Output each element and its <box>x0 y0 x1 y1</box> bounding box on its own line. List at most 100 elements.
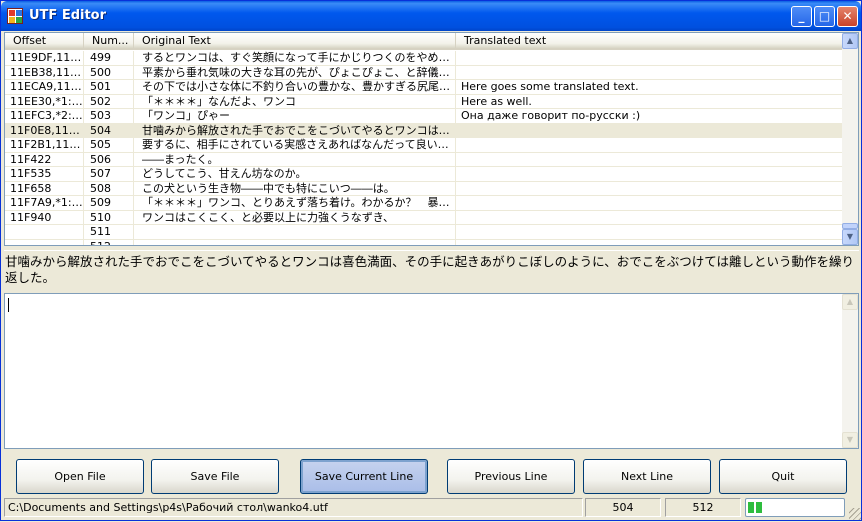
lines-grid[interactable]: Offset Num... Original Text Translated t… <box>4 32 859 246</box>
cell-offset[interactable]: 11F422 <box>5 152 84 167</box>
cell-offset[interactable]: 11E9DF,11E... <box>5 51 84 65</box>
scroll-down-icon[interactable]: ▼ <box>842 229 858 245</box>
table-row[interactable]: 11EE30,*1:1... 502 「＊＊＊＊」なんだよ、ワンコ Here as w… <box>5 94 844 109</box>
header-number[interactable]: Num... <box>84 33 134 50</box>
current-line-number: 504 <box>585 498 661 517</box>
previous-line-button[interactable]: Previous Line <box>447 459 575 494</box>
cell-number[interactable]: 500 <box>84 65 134 80</box>
table-row[interactable]: 11F0E8,11F... 504 甘噛みから解放された手でおでこをこづいてやるとワ… <box>5 123 844 138</box>
save-current-line-button[interactable]: Save Current Line <box>300 459 428 494</box>
file-path: C:\Documents and Settings\p4s\Рабочий ст… <box>4 498 583 517</box>
table-row[interactable]: 11ECA9,11E... 501 その下では小さな体に不釣り合いの豊かな、豊かすぎ… <box>5 80 844 95</box>
cell-original-text[interactable]: 「ワンコ」ぴゃー <box>134 109 456 123</box>
minimize-button[interactable]: _ <box>791 6 812 27</box>
cell-original-text[interactable] <box>134 225 456 239</box>
cell-number[interactable]: 509 <box>84 196 134 210</box>
scroll-up-icon[interactable]: ▲ <box>842 33 858 49</box>
cell-original-text[interactable]: ワンコはこくこく、と必要以上に力強くうなずき、 <box>134 210 456 225</box>
cell-original-text[interactable] <box>134 239 456 245</box>
cell-original-text[interactable]: 平素から垂れ気味の大きな耳の先が、ぴょこぴょこ、と辞儀を... <box>134 65 456 80</box>
table-row[interactable]: 11F658 508 この犬という生き物――中でも特にこいつ――は。 <box>5 181 844 196</box>
cell-offset[interactable]: 11F940 <box>5 210 84 225</box>
cell-original-text[interactable]: 「＊＊＊＊」ワンコ、とりあえず落ち着け。わかるか？ 暴れるな <box>134 196 456 210</box>
save-file-button[interactable]: Save File <box>151 459 279 494</box>
cell-offset[interactable]: 11ECA9,11E... <box>5 80 84 94</box>
cell-translated-text[interactable] <box>456 167 844 181</box>
cell-offset[interactable] <box>5 239 84 245</box>
cell-original-text[interactable]: この犬という生き物――中でも特にこいつ――は。 <box>134 181 456 196</box>
open-file-button[interactable]: Open File <box>16 459 144 494</box>
grid-scrollbar[interactable]: ▲ ▼ <box>842 33 858 245</box>
cell-translated-text[interactable] <box>456 181 844 196</box>
cell-translated-text[interactable] <box>456 239 844 245</box>
cell-translated-text[interactable] <box>456 210 844 225</box>
cell-offset[interactable]: 11F658 <box>5 181 84 196</box>
grid-rows: 11E9DF,11E... 499 するとワンコは、すぐ笑顔になって手にかじりつくの… <box>5 51 844 245</box>
table-row[interactable]: 11F7A9,*1:1... 509 「＊＊＊＊」ワンコ、とりあえず落ち着け。わかる… <box>5 196 844 211</box>
table-row[interactable]: 11F940 510 ワンコはこくこく、と必要以上に力強くうなずき、 <box>5 210 844 225</box>
cell-offset[interactable]: 11EB38,11E... <box>5 65 84 80</box>
cell-number[interactable]: 511 <box>84 225 134 239</box>
cell-translated-text[interactable] <box>456 196 844 210</box>
cell-translated-text[interactable]: Here as well. <box>456 94 844 109</box>
cell-offset[interactable]: 11F2B1,11F... <box>5 138 84 152</box>
cell-original-text[interactable]: その下では小さな体に不釣り合いの豊かな、豊かすぎる尻尾が... <box>134 80 456 94</box>
table-row[interactable]: 11F535 507 どうしてこう、甘えん坊なのか。 <box>5 167 844 182</box>
cell-number[interactable]: 502 <box>84 94 134 109</box>
cell-original-text[interactable]: 「＊＊＊＊」なんだよ、ワンコ <box>134 94 456 109</box>
cell-translated-text[interactable] <box>456 51 844 65</box>
cell-number[interactable]: 508 <box>84 181 134 196</box>
cell-offset[interactable] <box>5 225 84 239</box>
cell-number[interactable]: 503 <box>84 109 134 123</box>
translation-editor[interactable]: ▲ ▼ <box>4 293 859 449</box>
cell-offset[interactable]: 11F7A9,*1:1... <box>5 196 84 210</box>
cell-original-text[interactable]: するとワンコは、すぐ笑顔になって手にかじりつくのをやめた。 <box>134 51 456 65</box>
editor-scrollbar[interactable]: ▲ ▼ <box>842 294 858 448</box>
cell-translated-text[interactable] <box>456 152 844 167</box>
cell-translated-text[interactable]: Она даже говорит по-русски :) <box>456 109 844 123</box>
cell-translated-text[interactable]: Here goes some translated text. <box>456 80 844 94</box>
cell-number[interactable]: 505 <box>84 138 134 152</box>
cell-number[interactable]: 501 <box>84 80 134 94</box>
cell-offset[interactable]: 11F535 <box>5 167 84 181</box>
cell-offset[interactable]: 11EE30,*1:1... <box>5 94 84 109</box>
table-row[interactable]: 512 <box>5 239 844 245</box>
maximize-button[interactable]: □ <box>814 6 835 27</box>
table-row[interactable]: 511 <box>5 225 844 240</box>
header-offset[interactable]: Offset <box>5 33 84 50</box>
cell-number[interactable]: 504 <box>84 123 134 138</box>
cell-offset[interactable]: 11EFC3,*2:1... <box>5 109 84 123</box>
header-translated-text[interactable]: Translated text <box>456 33 844 50</box>
cell-original-text[interactable]: 甘噛みから解放された手でおでこをこづいてやるとワンコは喜色... <box>134 123 456 138</box>
table-row[interactable]: 11F2B1,11F... 505 要するに、相手にされている実感さえあればなんだっ… <box>5 138 844 153</box>
cell-number[interactable]: 510 <box>84 210 134 225</box>
cell-original-text[interactable]: 要するに、相手にされている実感さえあればなんだって良いのに... <box>134 138 456 152</box>
cell-number[interactable]: 512 <box>84 239 134 245</box>
header-original-text[interactable]: Original Text <box>134 33 456 50</box>
app-icon <box>7 8 23 24</box>
next-line-button[interactable]: Next Line <box>583 459 711 494</box>
cell-translated-text[interactable] <box>456 225 844 239</box>
cell-offset[interactable]: 11F0E8,11F... <box>5 123 84 138</box>
cell-translated-text[interactable] <box>456 65 844 80</box>
scroll-down-icon[interactable]: ▼ <box>842 432 858 448</box>
table-row[interactable]: 11EFC3,*2:1... 503 「ワンコ」ぴゃー Она даже говори… <box>5 109 844 124</box>
cell-number[interactable]: 507 <box>84 167 134 181</box>
cell-translated-text[interactable] <box>456 123 844 138</box>
table-row[interactable]: 11EB38,11E... 500 平素から垂れ気味の大きな耳の先が、ぴょこぴょこ、… <box>5 65 844 80</box>
quit-button[interactable]: Quit <box>719 459 847 494</box>
cell-translated-text[interactable] <box>456 138 844 152</box>
cell-original-text[interactable]: ――まったく。 <box>134 152 456 167</box>
close-button[interactable]: ✕ <box>837 6 858 27</box>
table-row[interactable]: 11E9DF,11E... 499 するとワンコは、すぐ笑顔になって手にかじりつくの… <box>5 51 844 66</box>
cell-original-text[interactable]: どうしてこう、甘えん坊なのか。 <box>134 167 456 181</box>
resize-grip-icon[interactable] <box>849 508 861 520</box>
table-row[interactable]: 11F422 506 ――まったく。 <box>5 152 844 167</box>
cell-number[interactable]: 499 <box>84 51 134 65</box>
scroll-up-icon[interactable]: ▲ <box>842 294 858 310</box>
progress-fill <box>748 502 762 513</box>
original-text-preview: 甘噛みから解放された手でおでこをこづいてやるとワンコは喜色満面、その手に起きあが… <box>4 250 859 290</box>
total-lines: 512 <box>665 498 741 517</box>
cell-number[interactable]: 506 <box>84 152 134 167</box>
title-bar[interactable]: UTF Editor _ □ ✕ <box>1 1 861 31</box>
